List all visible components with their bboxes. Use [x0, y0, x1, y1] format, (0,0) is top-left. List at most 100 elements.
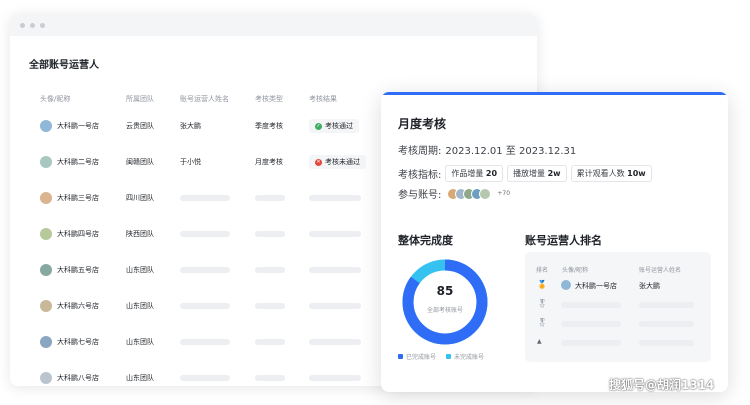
- row-avatar-name: 大科鹏四号店: [40, 216, 99, 252]
- account-name: 大科鹏五号店: [57, 266, 99, 274]
- rank-header-rank: 排名: [536, 267, 549, 274]
- account-name: 大科鹏二号店: [57, 158, 99, 166]
- col-header-operator: 账号运营人姓名: [180, 95, 229, 103]
- account-name: 大科鹏三号店: [57, 194, 99, 202]
- close-icon: ✕: [315, 158, 322, 166]
- avatar: [40, 120, 52, 132]
- placeholder-bar: [255, 375, 285, 381]
- placeholder-bar: [180, 267, 230, 273]
- row-avatar-name: 大科鹏一号店: [40, 108, 99, 144]
- legend-swatch-undone: [446, 354, 452, 359]
- metric-tag: 播放增量 2w: [507, 165, 567, 182]
- row-avatar-name: 大科鹏七号店: [40, 324, 99, 360]
- placeholder-bar: [309, 195, 361, 201]
- completion-title: 整体完成度: [398, 234, 453, 247]
- status-badge: ✓ 考核通过: [309, 119, 359, 133]
- silver-medal-icon: 🎖: [537, 299, 548, 308]
- accounts-more-count[interactable]: +70: [497, 190, 510, 197]
- account-name: 大科鹏七号店: [57, 338, 99, 346]
- team-name: 闽赣团队: [126, 158, 154, 166]
- card-title: 月度考核: [398, 117, 447, 131]
- team-name: 四川团队: [126, 194, 154, 202]
- ranking-title: 账号运营人排名: [525, 234, 602, 247]
- metric-tag: 累计观看人数 10w: [570, 165, 652, 182]
- completion-subtitle: 全部考核账号: [426, 307, 463, 314]
- team-name: 山东团队: [126, 374, 154, 382]
- account-name: 大科鹏四号店: [57, 230, 99, 238]
- period-line: 考核周期: 2023.12.01 至 2023.12.31: [398, 142, 576, 157]
- placeholder-bar: [561, 321, 621, 327]
- avatar: [40, 300, 52, 312]
- rank-dot-icon: ▲: [537, 338, 542, 345]
- rank-row[interactable]: 🏅 大科鹏一号店 张大鹏: [525, 277, 711, 295]
- row-avatar-name: 大科鹏六号店: [40, 288, 99, 324]
- avatar: [40, 156, 52, 168]
- page-title: 全部账号运营人: [29, 60, 99, 71]
- ranking-table: 排名 头像/昵称 账号运营人姓名 🏅 大科鹏一号店 张大鹏 🎖 🎖 ▲: [525, 252, 711, 362]
- window-dot: [30, 22, 35, 28]
- rank-row[interactable]: 🎖: [525, 315, 711, 333]
- row-avatar-name: 大科鹏二号店: [40, 144, 99, 180]
- avatar: [40, 192, 52, 204]
- col-header-avatar: 头像/昵称: [40, 95, 71, 103]
- rank-name: 大科鹏一号店: [575, 282, 617, 290]
- placeholder-bar: [309, 267, 361, 273]
- team-name: 山东团队: [126, 302, 154, 310]
- rank-operator: 张大鹏: [639, 282, 660, 290]
- review-type: 季度考核: [255, 122, 283, 130]
- metrics-line: 考核指标: 作品增量 20 播放增量 2w 累计观看人数 10w: [398, 165, 652, 182]
- avatar: [40, 264, 52, 276]
- gold-medal-icon: 🏅: [537, 280, 547, 289]
- col-header-result: 考核结果: [309, 95, 337, 103]
- team-name: 云贵团队: [126, 122, 154, 130]
- avatar: [561, 280, 571, 290]
- completion-donut: 85 全部考核账号: [399, 256, 491, 348]
- accounts-label: 参与账号:: [398, 190, 442, 201]
- placeholder-bar: [255, 195, 285, 201]
- placeholder-bar: [180, 231, 230, 237]
- review-result: ✕ 考核未通过: [309, 144, 366, 180]
- placeholder-bar: [309, 339, 361, 345]
- metrics-label: 考核指标:: [398, 170, 442, 181]
- legend-undone: 未完成账号: [446, 352, 484, 361]
- account-name: 大科鹏六号店: [57, 302, 99, 310]
- placeholder-bar: [561, 340, 621, 346]
- window-dot: [40, 22, 45, 28]
- team-name: 山东团队: [126, 266, 154, 274]
- placeholder-bar: [309, 231, 361, 237]
- operator-name: 于小悦: [180, 158, 201, 166]
- account-name: 大科鹏一号店: [57, 122, 99, 130]
- legend-done: 已完成账号: [398, 352, 436, 361]
- placeholder-bar: [309, 375, 361, 381]
- rank-row[interactable]: ▲: [525, 334, 711, 352]
- placeholder-bar: [255, 231, 285, 237]
- legend-swatch-done: [398, 354, 403, 359]
- bronze-medal-icon: 🎖: [537, 318, 548, 327]
- status-badge: ✕ 考核未通过: [309, 155, 366, 169]
- placeholder-bar: [639, 302, 694, 308]
- review-result: ✓ 考核通过: [309, 108, 359, 144]
- placeholder-bar: [639, 340, 694, 346]
- review-type: 月度考核: [255, 158, 283, 166]
- monthly-review-card: 月度考核 考核周期: 2023.12.01 至 2023.12.31 考核指标:…: [381, 92, 728, 392]
- check-icon: ✓: [315, 122, 322, 130]
- placeholder-bar: [180, 339, 230, 345]
- team-name: 陕西团队: [126, 230, 154, 238]
- accounts-line: 参与账号: +70: [398, 186, 510, 201]
- period-value: 2023.12.01 至 2023.12.31: [445, 146, 577, 157]
- row-avatar-name: 大科鹏五号店: [40, 252, 99, 288]
- account-avatar-stack[interactable]: [447, 187, 492, 200]
- account-avatar[interactable]: [479, 187, 492, 200]
- placeholder-bar: [180, 375, 230, 381]
- avatar: [40, 228, 52, 240]
- metric-tag: 作品增量 20: [445, 165, 504, 182]
- col-header-type: 考核类型: [255, 95, 283, 103]
- placeholder-bar: [180, 303, 230, 309]
- card-accent-bar: [381, 92, 728, 95]
- rank-row[interactable]: 🎖: [525, 296, 711, 314]
- rank-header-avatar: 头像/昵称: [562, 267, 589, 274]
- placeholder-bar: [639, 321, 694, 327]
- watermark: 搜狐号@胡润1314: [609, 378, 715, 392]
- team-name: 山东团队: [126, 338, 154, 346]
- rank-header-operator: 账号运营人姓名: [639, 267, 682, 274]
